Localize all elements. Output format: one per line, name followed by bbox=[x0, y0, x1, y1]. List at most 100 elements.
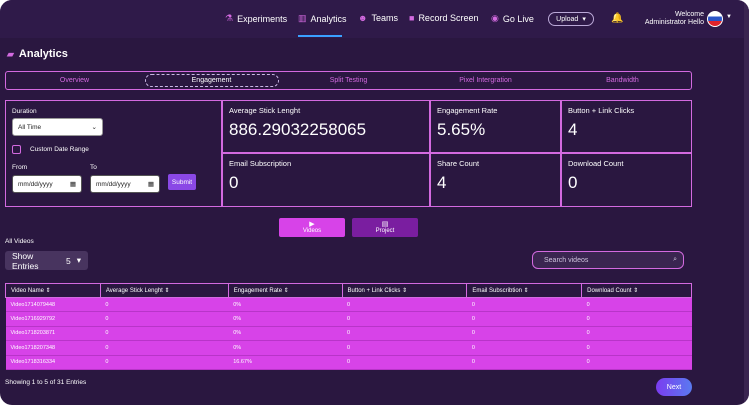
column-header[interactable]: Average Stick Lenght ⇕ bbox=[99, 283, 229, 298]
cell-download: 0 bbox=[581, 311, 692, 327]
cell-email: 0 bbox=[466, 311, 582, 327]
nav-go-live[interactable]: ◉ Go Live bbox=[491, 13, 534, 24]
nav-record-screen-label: Record Screen bbox=[418, 13, 479, 23]
table-row[interactable]: Video1718316334 0 16.67% 0 0 0 bbox=[5, 355, 692, 370]
calendar-icon: ▦ bbox=[69, 181, 76, 188]
cell-avg-stick: 0 bbox=[100, 326, 229, 342]
cell-link-clicks: 0 bbox=[342, 297, 467, 313]
tab-bandwidth[interactable]: Bandwidth bbox=[556, 74, 690, 87]
stat-label: Average Stick Lenght bbox=[229, 106, 301, 115]
duration-select[interactable]: All Time ⌄ bbox=[12, 118, 103, 136]
bell-icon[interactable]: 🔔 bbox=[611, 13, 623, 24]
stat-value: 4 bbox=[437, 173, 447, 192]
cell-avg-stick: 0 bbox=[100, 355, 229, 370]
tab-pixel-integration[interactable]: Pixel Intergration bbox=[419, 74, 553, 87]
stat-download-count: Download Count 0 bbox=[561, 153, 692, 207]
stat-label: Button + Link Clicks bbox=[568, 106, 635, 115]
table-row[interactable]: Video1716929792 0 0% 0 0 0 bbox=[5, 311, 692, 327]
stat-value: 4 bbox=[568, 120, 578, 139]
nav-experiments[interactable]: ⚗ Experiments bbox=[225, 13, 287, 24]
calendar-icon: ▦ bbox=[147, 181, 154, 188]
scrollbar[interactable] bbox=[744, 0, 749, 405]
video-camera-icon: ▶ bbox=[309, 220, 315, 228]
user-greeting: Welcome Administrator Hello bbox=[640, 11, 704, 27]
table-row[interactable]: Video1718207348 0 0% 0 0 0 bbox=[5, 340, 692, 356]
column-header[interactable]: Download Count ⇕ bbox=[581, 283, 692, 298]
cell-email: 0 bbox=[466, 340, 582, 356]
custom-date-range-label: Custom Date Range bbox=[30, 146, 89, 153]
stat-label: Share Count bbox=[437, 159, 480, 168]
nav-analytics-label: Analytics bbox=[310, 13, 347, 24]
cell-engagement: 0% bbox=[228, 311, 343, 327]
videos-toggle-button[interactable]: ▶ Videos bbox=[279, 218, 345, 237]
users-icon: ☻ bbox=[358, 13, 368, 23]
cell-email: 0 bbox=[466, 355, 582, 370]
show-entries-select[interactable]: Show Entries 5 ▾ bbox=[5, 251, 88, 271]
column-header-label: Button + Link Clicks bbox=[347, 288, 401, 294]
duration-value: All Time bbox=[18, 123, 42, 131]
nav-record-screen[interactable]: ■ Record Screen bbox=[409, 13, 478, 23]
column-header-label: Download Count bbox=[587, 288, 632, 294]
cell-avg-stick: 0 bbox=[100, 297, 229, 313]
caret-down-icon[interactable]: ▼ bbox=[726, 14, 732, 20]
nav-teams-label: Teams bbox=[371, 13, 398, 23]
tab-overview[interactable]: Overview bbox=[8, 74, 142, 87]
column-header-label: Email Subscribtion bbox=[472, 288, 522, 294]
show-entries-value: 5 bbox=[65, 255, 71, 266]
column-header[interactable]: Button + Link Clicks ⇕ bbox=[341, 283, 468, 298]
column-header-label: Engagement Rate bbox=[233, 288, 283, 294]
column-header[interactable]: Email Subscribtion ⇕ bbox=[466, 283, 583, 298]
sort-icon: ⇕ bbox=[523, 288, 529, 294]
camera-icon: ■ bbox=[409, 13, 415, 23]
search-input[interactable]: Search videos ⌕ bbox=[532, 251, 684, 269]
bar-chart-icon: ▥ bbox=[298, 13, 307, 23]
cell-link-clicks: 0 bbox=[342, 355, 467, 370]
from-date-input[interactable]: mm/dd/yyyy ▦ bbox=[12, 175, 82, 193]
flask-icon: ⚗ bbox=[225, 13, 234, 23]
project-toggle-label: Project bbox=[375, 227, 395, 234]
language-flag-icon[interactable] bbox=[707, 11, 723, 27]
column-header-label: Average Stick Lenght bbox=[105, 288, 163, 294]
cell-download: 0 bbox=[581, 297, 692, 313]
table-row[interactable]: Video1714079448 0 0% 0 0 0 bbox=[5, 297, 692, 313]
search-icon: ⌕ bbox=[673, 256, 677, 263]
stat-value: 0 bbox=[568, 173, 578, 192]
nav-analytics[interactable]: ▥ Analytics bbox=[298, 13, 347, 24]
submit-button[interactable]: Submit bbox=[168, 174, 196, 190]
sort-icon: ⇕ bbox=[45, 288, 51, 294]
upload-dropdown[interactable]: Upload ▾ bbox=[548, 12, 594, 26]
cell-video-name: Video1718203871 bbox=[5, 326, 101, 342]
cell-engagement: 0% bbox=[228, 297, 343, 313]
stat-label: Email Subscription bbox=[229, 159, 292, 168]
analytics-tabs: Overview Engagement Split Testing Pixel … bbox=[5, 71, 692, 90]
column-header-label: Video Name bbox=[11, 288, 44, 294]
stat-label: Download Count bbox=[568, 159, 624, 168]
sort-icon: ⇕ bbox=[633, 288, 639, 294]
stat-link-clicks: Button + Link Clicks 4 bbox=[561, 100, 692, 153]
pagination-info: Showing 1 to 5 of 31 Entries bbox=[5, 379, 87, 386]
sort-icon: ⇕ bbox=[283, 288, 289, 294]
table-header-row: Video Name ⇕ Average Stick Lenght ⇕ Enga… bbox=[5, 283, 692, 298]
cell-engagement: 16.67% bbox=[228, 355, 343, 370]
caret-down-icon: ▾ bbox=[76, 255, 81, 265]
videos-toggle-label: Videos bbox=[302, 227, 322, 234]
column-header[interactable]: Engagement Rate ⇕ bbox=[227, 283, 343, 298]
chevron-down-icon: ▾ bbox=[582, 16, 586, 23]
nav-experiments-label: Experiments bbox=[237, 13, 288, 24]
cell-download: 0 bbox=[581, 340, 692, 356]
upload-label: Upload bbox=[556, 15, 579, 23]
table-row[interactable]: Video1718203871 0 0% 0 0 0 bbox=[5, 326, 692, 342]
tab-split-testing[interactable]: Split Testing bbox=[282, 74, 416, 87]
tab-engagement[interactable]: Engagement bbox=[144, 74, 279, 87]
nav-teams[interactable]: ☻ Teams bbox=[358, 13, 398, 23]
column-header[interactable]: Video Name ⇕ bbox=[5, 283, 101, 298]
custom-date-range-checkbox[interactable] bbox=[12, 145, 21, 154]
cell-download: 0 bbox=[581, 355, 692, 370]
cell-video-name: Video1718207348 bbox=[5, 340, 101, 356]
to-date-input[interactable]: mm/dd/yyyy ▦ bbox=[90, 175, 160, 193]
project-toggle-button[interactable]: ▤ Project bbox=[352, 218, 418, 237]
chevron-down-icon: ⌄ bbox=[91, 124, 97, 131]
next-page-button[interactable]: Next bbox=[656, 378, 692, 396]
broadcast-icon: ◉ bbox=[491, 13, 499, 23]
cell-link-clicks: 0 bbox=[342, 326, 467, 342]
